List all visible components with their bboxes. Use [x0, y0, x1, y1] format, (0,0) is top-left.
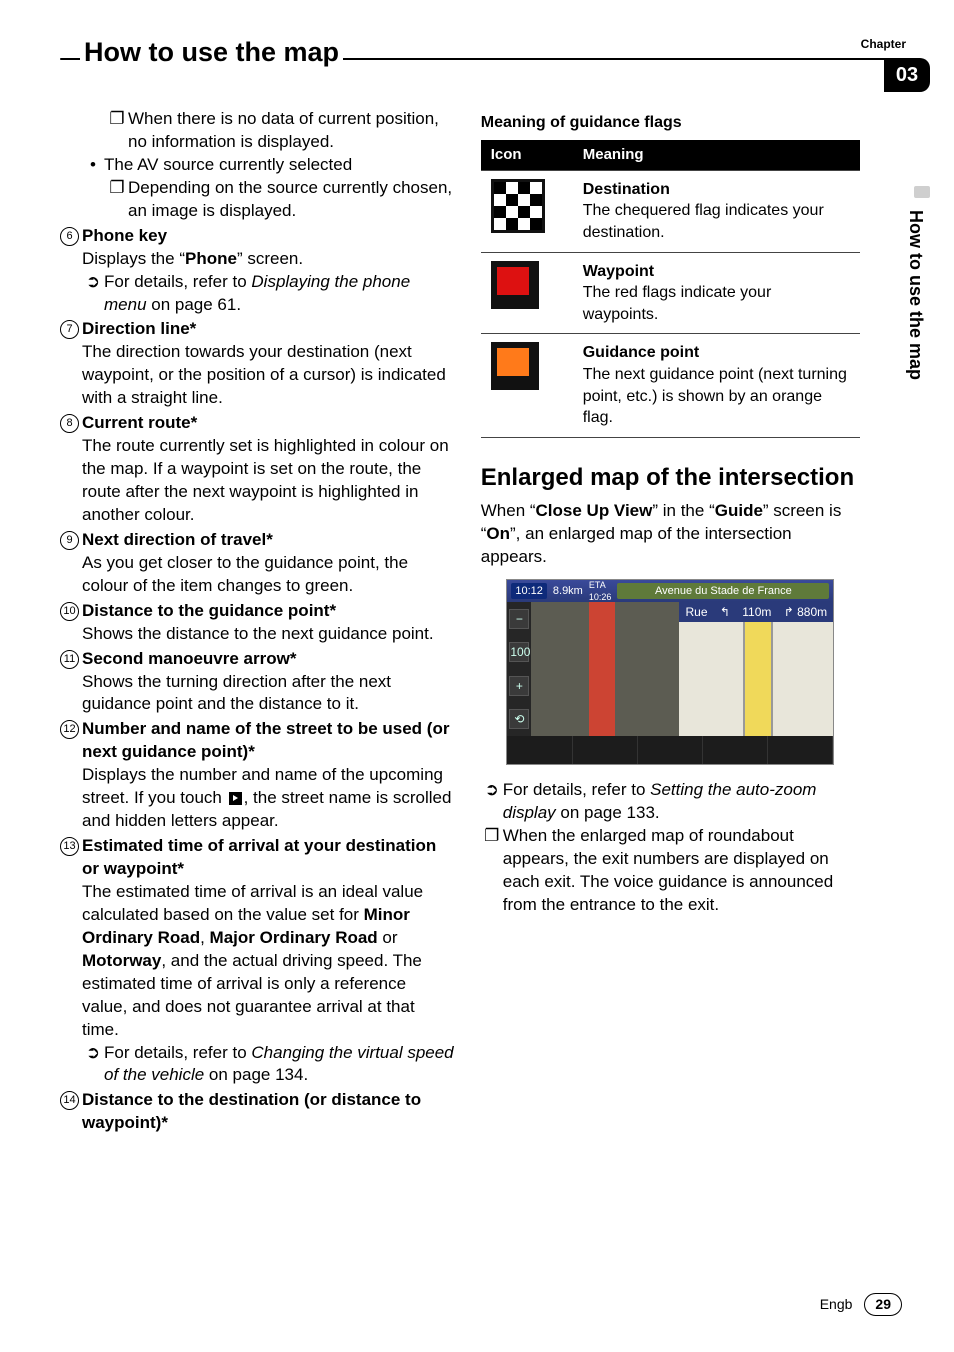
item-11-text: Shows the turning direction after the ne…: [82, 671, 455, 717]
right-column: Meaning of guidance flags IconMeaning De…: [481, 108, 906, 1135]
row-text: The chequered flag indicates your destin…: [583, 202, 824, 241]
pointer-icon: ➲: [82, 271, 104, 317]
shot-bottom-bar: [507, 736, 833, 764]
shot-map-left: [531, 602, 679, 736]
shot-side-buttons: −100m+⟲: [507, 602, 531, 736]
checkbox-icon: ❐: [106, 108, 128, 154]
marker-6: 6: [60, 227, 79, 246]
marker-8: 8: [60, 414, 79, 433]
th-meaning: Meaning: [573, 140, 860, 171]
th-icon: Icon: [481, 140, 573, 171]
footer: Engb 29: [820, 1293, 902, 1316]
item-9: 9 Next direction of travel* As you get c…: [60, 529, 455, 598]
row-heading: Destination: [583, 181, 670, 198]
row-text: The next guidance point (next turning po…: [583, 366, 847, 426]
waypoint-flag-icon: 1: [491, 261, 539, 309]
destination-flag-icon: [491, 179, 545, 233]
item-9-text: As you get closer to the guidance point,…: [82, 552, 455, 598]
table-row: 1 Waypoint The red flags indicate your wa…: [481, 252, 860, 334]
note-no-data: ❐ When there is no data of current posit…: [60, 108, 455, 154]
table-row: Destination The chequered flag indicates …: [481, 170, 860, 252]
shot-map-right: Rue↰110m↱ 880m: [679, 602, 833, 736]
enlarged-ref: ➲ For details, refer to Setting the auto…: [481, 779, 860, 825]
item-7: 7 Direction line* The direction towards …: [60, 318, 455, 410]
item-7-heading: Direction line*: [82, 318, 455, 341]
item-6: 6 Phone key Displays the “Phone” screen.…: [60, 225, 455, 317]
item-8: 8 Current route* The route currently set…: [60, 412, 455, 527]
side-marker: [914, 186, 930, 198]
item-14-heading: Distance to the destination (or distance…: [82, 1089, 455, 1135]
footer-lang: Engb: [820, 1295, 853, 1314]
item-13-ref: ➲ For details, refer to Changing the vir…: [82, 1042, 455, 1088]
item-10: 10 Distance to the guidance point* Shows…: [60, 600, 455, 646]
item-8-heading: Current route*: [82, 412, 455, 435]
item-14: 14 Distance to the destination (or dista…: [60, 1089, 455, 1135]
enlarged-note: ❐ When the enlarged map of roundabout ap…: [481, 825, 860, 917]
item-11-heading: Second manoeuvre arrow*: [82, 648, 455, 671]
item-12-text: Displays the number and name of the upco…: [82, 764, 455, 833]
shot-avenue: Avenue du Stade de France: [617, 583, 829, 600]
item-7-text: The direction towards your destination (…: [82, 341, 455, 410]
enlarged-text: When “Close Up View” in the “Guide” scre…: [481, 500, 860, 569]
item-12: 12 Number and name of the street to be u…: [60, 718, 455, 833]
flags-heading: Meaning of guidance flags: [481, 112, 860, 134]
item-10-text: Shows the distance to the next guidance …: [82, 623, 455, 646]
item-10-heading: Distance to the guidance point*: [82, 600, 455, 623]
pointer-icon: ➲: [481, 779, 503, 825]
row-text: The red flags indicate your waypoints.: [583, 284, 772, 323]
marker-11: 11: [60, 650, 79, 669]
enlarged-heading: Enlarged map of the intersection: [481, 462, 860, 494]
side-tab-label: How to use the map: [904, 210, 928, 380]
marker-13: 13: [60, 837, 79, 856]
item-9-heading: Next direction of travel*: [82, 529, 455, 552]
marker-12: 12: [60, 720, 79, 739]
shot-time: 10:12: [511, 583, 547, 600]
item-6-heading: Phone key: [82, 225, 455, 248]
screenshot-intersection: 10:12 8.9km ETA10:26 Avenue du Stade de …: [506, 579, 834, 765]
item-12-heading: Number and name of the street to be used…: [82, 718, 455, 764]
page: Chapter 03 How to use the map How to use…: [0, 0, 954, 1352]
shot-dist: 8.9km: [553, 584, 583, 599]
item-13-heading: Estimated time of arrival at your destin…: [82, 835, 455, 881]
play-icon[interactable]: [229, 792, 242, 805]
checkbox-icon: ❐: [106, 177, 128, 223]
item-6-ref: ➲ For details, refer to Displaying the p…: [82, 271, 455, 317]
page-title: How to use the map: [80, 34, 343, 70]
marker-7: 7: [60, 320, 79, 339]
bullet-icon: •: [82, 154, 104, 177]
pointer-icon: ➲: [82, 1042, 104, 1088]
chapter-label: Chapter: [861, 36, 906, 52]
item-8-text: The route currently set is highlighted i…: [82, 435, 455, 527]
chapter-number-tab: 03: [884, 58, 930, 92]
note-source-image: ❐ Depending on the source currently chos…: [60, 177, 455, 223]
guidance-flag-icon: [491, 342, 539, 390]
row-heading: Waypoint: [583, 263, 654, 280]
bullet-av-source: • The AV source currently selected: [60, 154, 455, 177]
checkbox-icon: ❐: [481, 825, 503, 917]
marker-9: 9: [60, 531, 79, 550]
title-bar: How to use the map: [60, 58, 906, 60]
table-row: Guidance point The next guidance point (n…: [481, 334, 860, 437]
row-heading: Guidance point: [583, 344, 699, 361]
page-number: 29: [864, 1293, 902, 1316]
marker-10: 10: [60, 602, 79, 621]
left-column: ❐ When there is no data of current posit…: [60, 108, 455, 1135]
item-13-text: The estimated time of arrival is an idea…: [82, 881, 455, 1042]
flags-table: IconMeaning Destination The chequered fla…: [481, 140, 860, 438]
item-13: 13 Estimated time of arrival at your des…: [60, 835, 455, 1087]
item-6-line: Displays the “Phone” screen.: [82, 248, 455, 271]
item-11: 11 Second manoeuvre arrow* Shows the tur…: [60, 648, 455, 717]
marker-14: 14: [60, 1091, 79, 1110]
